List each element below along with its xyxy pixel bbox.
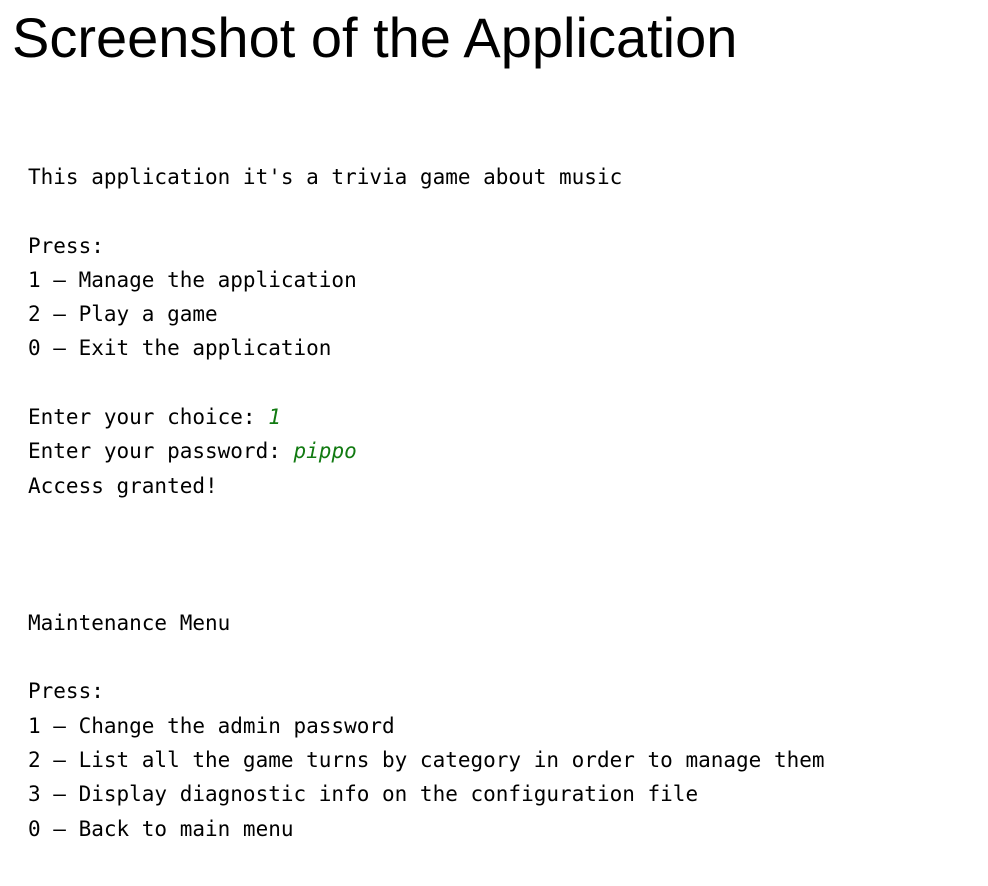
- main-menu-option-exit: 0 – Exit the application: [28, 336, 332, 361]
- password-prompt-line: Enter your password: pippo: [28, 434, 968, 468]
- choice-prompt-line: Enter your choice: 1: [28, 400, 968, 434]
- maintenance-option-list-turns: 2 – List all the game turns by category …: [28, 748, 825, 773]
- blank-lines: [28, 503, 968, 572]
- maintenance-option-diagnostics: 3 – Display diagnostic info on the confi…: [28, 782, 699, 807]
- password-input-value: pippo: [293, 439, 357, 464]
- maintenance-option-change-password: 1 – Change the admin password: [28, 713, 395, 738]
- maintenance-option-back: 0 – Back to main menu: [28, 816, 294, 841]
- choice-prompt-label: Enter your choice:: [28, 405, 269, 430]
- password-prompt-label: Enter your password:: [28, 439, 294, 464]
- choice-input-value: 1: [268, 405, 281, 430]
- intro-text: This application it's a trivia game abou…: [28, 165, 623, 189]
- main-menu-option-manage: 1 – Manage the application: [28, 267, 357, 292]
- main-menu-press-label: Press:: [28, 233, 104, 258]
- maintenance-menu-press-label: Press:: [28, 679, 104, 704]
- maintenance-menu-title: Maintenance Menu: [28, 610, 231, 635]
- page-title: Screenshot of the Application: [12, 6, 738, 69]
- terminal-output: This application it's a trivia game abou…: [28, 160, 968, 846]
- main-menu-option-play: 2 – Play a game: [28, 302, 218, 327]
- access-result: Access granted!: [28, 473, 218, 498]
